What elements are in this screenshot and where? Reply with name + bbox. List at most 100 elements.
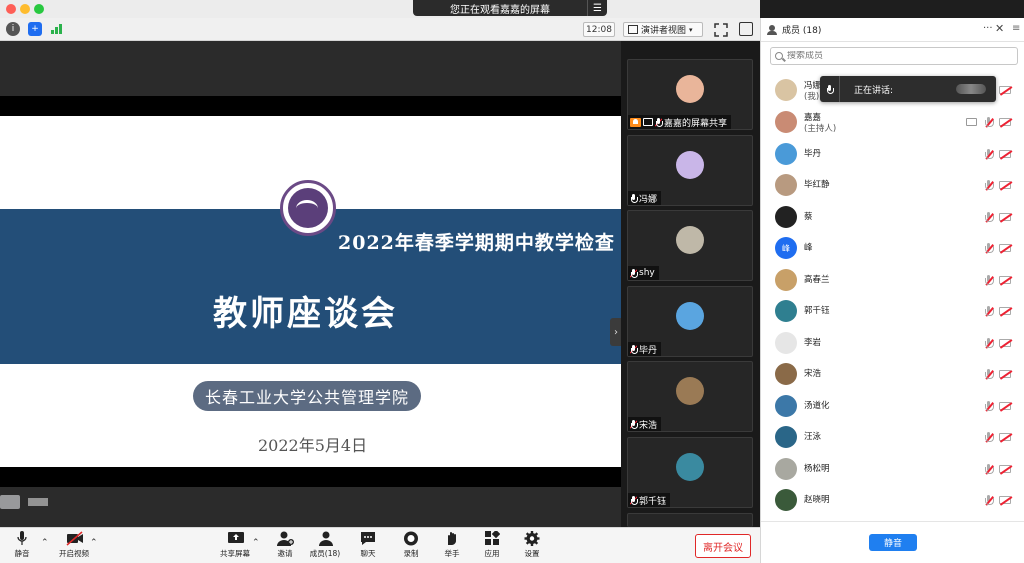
tile-label: 郭千钰 bbox=[639, 496, 667, 507]
record-button[interactable]: 录制 bbox=[391, 531, 431, 561]
sharing-menu-icon[interactable]: ☰ bbox=[587, 0, 607, 16]
shield-icon[interactable]: + bbox=[28, 22, 42, 36]
participant-list: 冯娜 (我) 嘉嘉 (主持人) 毕丹 毕红静 蔡 峰 峰 高春兰 郭千钰 李岩 … bbox=[761, 73, 1024, 523]
chevron-up-icon[interactable]: ⌃ bbox=[252, 538, 260, 548]
presentation-slide: 2022年春季学期期中教学检查 教师座谈会 长春工业大学公共管理学院 2022年… bbox=[0, 116, 621, 467]
participant-name: 嘉嘉 bbox=[804, 113, 822, 123]
participant-row[interactable]: 郭千钰 bbox=[761, 296, 1024, 327]
video-off-icon bbox=[999, 244, 1013, 254]
gallery-tile[interactable]: 冯娜 bbox=[627, 135, 753, 206]
video-label: 开启视频 bbox=[59, 549, 89, 558]
mute-all-button[interactable]: 静音 bbox=[869, 534, 917, 551]
start-video-button[interactable]: 开启视频 bbox=[54, 531, 94, 561]
video-off-icon bbox=[999, 370, 1013, 380]
chevron-up-icon[interactable]: ⌃ bbox=[41, 538, 49, 548]
participant-role: (我) bbox=[804, 92, 820, 102]
share-screen-icon bbox=[630, 117, 641, 127]
speaking-indicator: 正在讲话: bbox=[820, 76, 996, 102]
share-screen-button[interactable]: 共享屏幕 bbox=[215, 531, 255, 561]
participant-row[interactable]: 嘉嘉 (主持人) bbox=[761, 107, 1024, 138]
participant-name: 毕丹 bbox=[804, 149, 822, 159]
chat-button[interactable]: 聊天 bbox=[348, 531, 388, 561]
zoom-window-button[interactable] bbox=[34, 4, 44, 14]
add-person-icon bbox=[277, 531, 294, 546]
close-icon[interactable]: ✕ bbox=[995, 22, 1004, 35]
mic-muted-icon bbox=[984, 464, 994, 475]
participant-row[interactable]: 峰 峰 bbox=[761, 233, 1024, 264]
video-gallery: 嘉嘉的屏幕共享 冯娜 shy 毕丹 宋浩 郭千钰 bbox=[621, 41, 760, 527]
avatar bbox=[775, 79, 797, 101]
avatar bbox=[676, 226, 704, 254]
info-icon[interactable]: i bbox=[6, 22, 20, 36]
participant-row[interactable]: 蔡 bbox=[761, 202, 1024, 233]
share-label: 共享屏幕 bbox=[220, 549, 250, 558]
tile-label: 毕丹 bbox=[639, 345, 658, 356]
mic-muted-icon bbox=[984, 306, 994, 317]
meeting-toolbar: 静音 ⌃ 开启视频 ⌃ 共享屏幕 ⌃ 邀请 成员(18) 聊天 录制 举手 应用… bbox=[0, 527, 760, 563]
mic-muted-icon bbox=[984, 275, 994, 286]
participant-row[interactable]: 毕丹 bbox=[761, 139, 1024, 170]
tile-caption: 冯娜 bbox=[628, 191, 662, 205]
avatar: 峰 bbox=[775, 237, 797, 259]
video-off-icon bbox=[999, 213, 1013, 223]
participant-name: 毕红静 bbox=[804, 180, 830, 190]
avatar bbox=[775, 458, 797, 480]
apps-button[interactable]: 应用 bbox=[472, 529, 512, 561]
search-input[interactable] bbox=[787, 51, 1007, 61]
gallery-tile[interactable]: 嘉嘉的屏幕共享 bbox=[627, 59, 753, 130]
sharing-banner: 您正在观看嘉嘉的屏幕 ☰ bbox=[413, 0, 607, 16]
mic-muted-icon bbox=[984, 338, 994, 349]
signal-icon[interactable] bbox=[50, 22, 64, 36]
gallery-tile[interactable]: 郭千钰 bbox=[627, 437, 753, 508]
invite-button[interactable]: 邀请 bbox=[265, 531, 305, 561]
view-mode-label: 演讲者视图 bbox=[641, 26, 687, 36]
mute-button[interactable]: 静音 bbox=[2, 531, 42, 561]
fullscreen-icon[interactable] bbox=[714, 22, 728, 37]
participant-row[interactable]: 高春兰 bbox=[761, 265, 1024, 296]
panel-menu-icon[interactable]: ≡ bbox=[1012, 23, 1020, 34]
slide-date: 2022年5月4日 bbox=[258, 436, 368, 455]
avatar bbox=[775, 300, 797, 322]
participant-row[interactable]: 汪泳 bbox=[761, 422, 1024, 453]
gallery-tile[interactable] bbox=[627, 513, 753, 527]
video-off-icon bbox=[999, 118, 1013, 128]
leave-meeting-button[interactable]: 离开会议 bbox=[695, 534, 751, 558]
participant-name: 赵晓明 bbox=[804, 495, 830, 505]
more-icon[interactable]: ··· bbox=[983, 23, 993, 34]
settings-button[interactable]: 设置 bbox=[512, 531, 552, 561]
tile-caption: 毕丹 bbox=[628, 342, 662, 356]
participants-button[interactable]: 成员(18) bbox=[305, 531, 345, 561]
participant-row[interactable]: 李岩 bbox=[761, 328, 1024, 359]
participant-row[interactable]: 毕红静 bbox=[761, 170, 1024, 201]
avatar bbox=[676, 453, 704, 481]
record-label: 录制 bbox=[403, 549, 419, 558]
letterbox-bottom bbox=[0, 467, 621, 487]
chevron-up-icon[interactable]: ⌃ bbox=[90, 538, 98, 548]
raise-hand-button[interactable]: 举手 bbox=[432, 531, 472, 561]
gallery-tile[interactable]: shy bbox=[627, 210, 753, 281]
video-off-icon bbox=[999, 402, 1013, 412]
zoom-meeting-window: 您正在观看嘉嘉的屏幕 ☰ i + 12:08 演讲者视图 ▾ 2022年春季学期… bbox=[0, 0, 1024, 563]
participant-row[interactable]: 宋浩 bbox=[761, 359, 1024, 390]
minimize-window-button[interactable] bbox=[20, 4, 30, 14]
video-off-icon bbox=[999, 276, 1013, 286]
mute-label: 静音 bbox=[14, 549, 30, 558]
participant-name-block: 嘉嘉 (主持人) bbox=[804, 113, 836, 135]
sharing-banner-text: 您正在观看嘉嘉的屏幕 bbox=[450, 4, 550, 16]
settings-label: 设置 bbox=[524, 549, 540, 558]
view-mode-button[interactable]: 演讲者视图 ▾ bbox=[623, 22, 703, 37]
avatar bbox=[676, 302, 704, 330]
gallery-tile[interactable]: 毕丹 bbox=[627, 286, 753, 357]
participant-name-block: 冯娜 (我) bbox=[804, 81, 821, 103]
participant-row[interactable]: 杨松明 bbox=[761, 454, 1024, 485]
gallery-tile[interactable]: 宋浩 bbox=[627, 361, 753, 432]
participant-row[interactable]: 汤道化 bbox=[761, 391, 1024, 422]
close-window-button[interactable] bbox=[6, 4, 16, 14]
slide-nav-control[interactable] bbox=[28, 498, 48, 506]
participant-name: 高春兰 bbox=[804, 275, 830, 285]
slide-nav-icon[interactable] bbox=[0, 495, 20, 509]
chat-icon bbox=[360, 531, 376, 546]
search-box[interactable] bbox=[770, 47, 1018, 65]
sidebar-toggle-icon[interactable] bbox=[739, 22, 753, 36]
participant-row[interactable]: 赵晓明 bbox=[761, 485, 1024, 516]
